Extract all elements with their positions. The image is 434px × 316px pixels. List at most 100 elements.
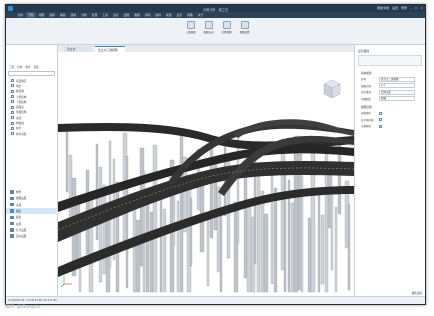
tree-item-label: 护栏 bbox=[16, 127, 22, 131]
bridge-pier bbox=[88, 192, 94, 293]
minimize-icon[interactable]: – bbox=[410, 6, 412, 10]
tree-item-label: 墩台 bbox=[16, 84, 22, 88]
property-key: 显示模式 bbox=[361, 91, 372, 95]
property-value-field[interactable]: 实体渲染 bbox=[379, 89, 415, 95]
section-basic: 基本属性 bbox=[361, 71, 372, 75]
tree-node-icon bbox=[11, 79, 14, 83]
view-tabs: 某立交 某立交三维视图 bbox=[58, 45, 354, 52]
bridge-pier bbox=[290, 202, 295, 293]
view-cube-icon[interactable] bbox=[323, 79, 341, 99]
bridge-pier bbox=[135, 219, 141, 293]
ribbon-view-group: 三维视图 视图方向 全景视图 视图设置 bbox=[184, 21, 251, 34]
close-icon[interactable]: × bbox=[420, 6, 423, 10]
bridge-pier bbox=[317, 191, 321, 293]
tree-item-label: 上部结构 bbox=[16, 95, 27, 99]
left-panel-tab[interactable]: 结构 bbox=[17, 65, 22, 69]
list-item-label: 图层 bbox=[16, 210, 22, 214]
bridge-pier bbox=[347, 203, 351, 291]
tree-node-icon bbox=[11, 126, 14, 130]
tree-item-label: 项目概况 bbox=[16, 79, 27, 83]
orientation-icon bbox=[204, 21, 213, 29]
bridge-pier bbox=[243, 175, 248, 279]
bridge-pier bbox=[65, 131, 69, 193]
axis-gizmo-icon bbox=[60, 276, 72, 288]
left-panel-tab[interactable]: 工程 bbox=[9, 65, 14, 69]
titlebar-buttons: 帮助文档 设置 登录 – □ × bbox=[377, 6, 423, 10]
list-item-icon bbox=[10, 221, 14, 226]
list-item-icon bbox=[10, 202, 14, 207]
tree-node-icon bbox=[11, 121, 14, 125]
ribbon-tool-label: 三维视图 bbox=[185, 31, 196, 34]
bridge-pier bbox=[307, 217, 312, 293]
property-check-label: 注释裁剪 bbox=[361, 125, 372, 129]
project-tree: 项目概况 墩台 桩基础 上部结构 下部结构 桥面系 附属结构 支座 伸缩缝 护栏 排水系统 bbox=[6, 78, 57, 136]
bridge-3d-model bbox=[58, 79, 354, 293]
ribbon-tool-button[interactable]: 视图设置 bbox=[238, 21, 251, 34]
tree-node-icon bbox=[11, 116, 14, 120]
ribbon-tool-label: 视图方向 bbox=[203, 31, 214, 34]
title-bar: 示例分析 - 某立交 帮助文档 设置 登录 – □ × bbox=[6, 5, 425, 12]
ribbon-tool-button[interactable]: 全景视图 bbox=[220, 21, 233, 34]
tree-item[interactable]: 排水系统 bbox=[6, 131, 57, 136]
list-item-label: 材质 bbox=[16, 222, 22, 226]
ribbon-tool-button[interactable]: 视图方向 bbox=[202, 21, 215, 34]
settings-button[interactable]: 设置 bbox=[392, 6, 398, 10]
tree-node-icon bbox=[11, 100, 14, 104]
property-value-field[interactable]: 精细 bbox=[379, 96, 415, 102]
help-doc-button[interactable]: 帮助文档 bbox=[377, 6, 389, 10]
bridge-pier bbox=[162, 208, 167, 293]
list-item-icon bbox=[10, 209, 14, 213]
tree-node-icon bbox=[11, 110, 14, 114]
bridge-pier bbox=[330, 188, 334, 271]
panel-list-item[interactable]: 显示设置 bbox=[6, 233, 58, 239]
property-options-button[interactable]: 属性选项 bbox=[412, 291, 422, 295]
tree-node-icon bbox=[11, 132, 14, 136]
bridge-pier bbox=[176, 200, 180, 293]
bridge-pier bbox=[149, 211, 154, 293]
tree-node-icon bbox=[11, 105, 14, 109]
property-key: 视图比例 bbox=[361, 84, 372, 88]
tree-node-icon bbox=[11, 84, 14, 88]
3d-viewport[interactable] bbox=[58, 52, 354, 297]
properties-preview-box bbox=[358, 55, 422, 66]
properties-title: 显示属性 bbox=[358, 49, 370, 53]
property-checkbox[interactable] bbox=[379, 111, 382, 115]
login-button[interactable]: 登录 bbox=[401, 6, 407, 10]
left-panel-tab[interactable]: 荷载 bbox=[34, 65, 39, 69]
list-item-icon bbox=[10, 190, 14, 194]
property-key: 名称 bbox=[361, 78, 367, 82]
bridge-pier bbox=[270, 164, 274, 285]
property-check-row: 注释裁剪 bbox=[355, 123, 425, 130]
bridge-pier bbox=[246, 198, 252, 293]
bridge-pier bbox=[256, 172, 261, 293]
tree-item-label: 伸缩缝 bbox=[16, 122, 24, 126]
property-checkbox[interactable] bbox=[379, 124, 382, 128]
tree-node-icon bbox=[11, 89, 14, 93]
ribbon-tool-button[interactable]: 三维视图 bbox=[184, 21, 197, 34]
property-key: 详细程度 bbox=[361, 97, 372, 101]
list-item-label: 灯光设置 bbox=[16, 228, 27, 232]
ribbon-tool-label: 全景视图 bbox=[221, 31, 232, 34]
bridge-pier bbox=[283, 161, 287, 293]
bridge-pier bbox=[320, 214, 325, 285]
panorama-icon bbox=[222, 21, 231, 29]
tree-item-label: 桩基础 bbox=[16, 90, 24, 94]
maximize-icon[interactable]: □ bbox=[415, 6, 418, 10]
tree-item-label: 附属结构 bbox=[16, 111, 27, 115]
property-value-field[interactable]: 1:1 bbox=[379, 83, 415, 89]
tree-item-label: 排水系统 bbox=[16, 132, 27, 136]
list-item-icon bbox=[10, 196, 14, 201]
ribbon-toolbar: 三维视图 视图方向 全景视图 视图设置 bbox=[6, 18, 425, 45]
bridge-pier bbox=[102, 184, 107, 275]
view-3d-icon bbox=[186, 21, 195, 29]
view-settings-icon bbox=[240, 21, 249, 29]
watermark-text: 知乎 @Gongtu bbox=[5, 304, 40, 310]
status-bar: X=22576.24, Y=72121.60, Z=171.95 bbox=[6, 296, 425, 304]
bridge-pier bbox=[260, 190, 265, 293]
property-checkbox[interactable] bbox=[379, 118, 382, 122]
property-value-field[interactable]: 某立交三维视图 bbox=[379, 76, 415, 82]
tree-search-input[interactable] bbox=[8, 71, 55, 76]
left-panel-tab[interactable]: 构件 bbox=[25, 65, 30, 69]
bridge-pier bbox=[179, 133, 184, 293]
ribbon-tool-label: 视图设置 bbox=[239, 31, 250, 34]
